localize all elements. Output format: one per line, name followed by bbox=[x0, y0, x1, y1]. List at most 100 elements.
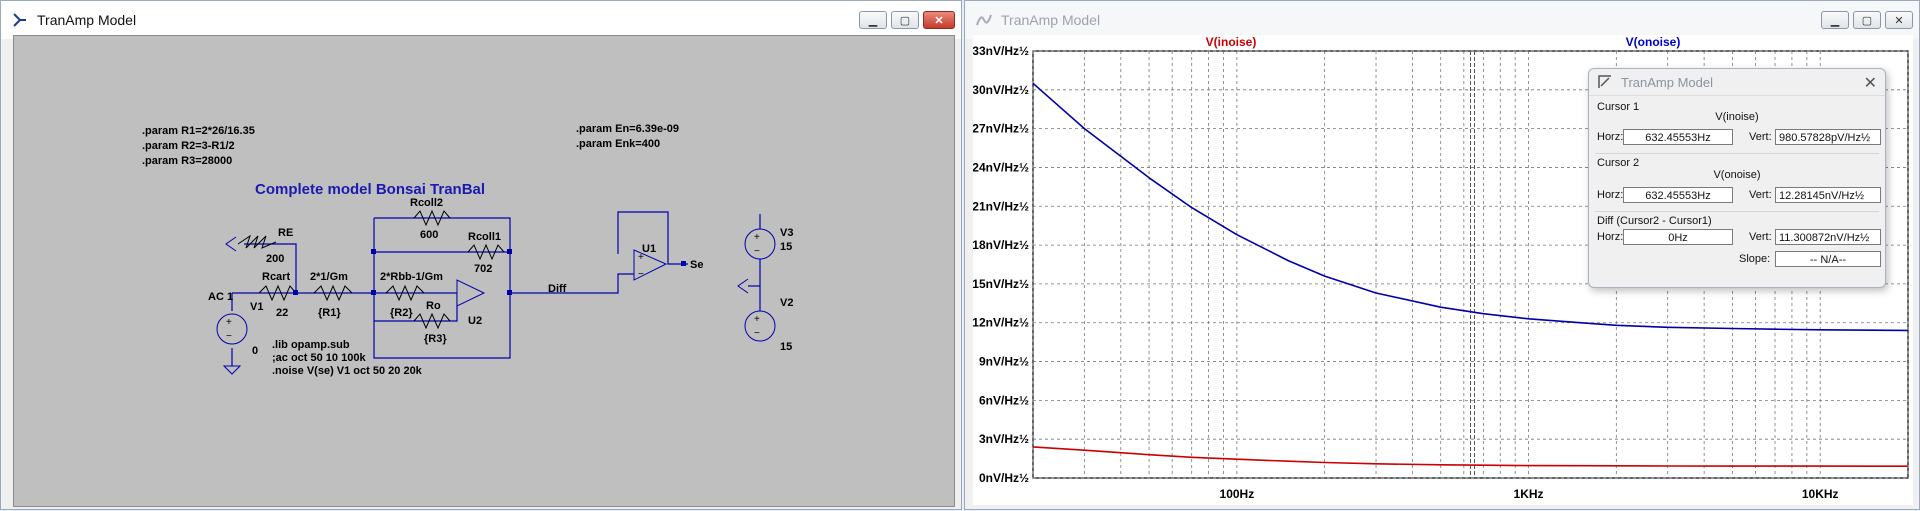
waveform-titlebar[interactable]: TranAmp Model ▁ ▢ ✕ bbox=[965, 1, 1919, 39]
svg-text:−: − bbox=[754, 246, 760, 257]
diff-horz-label: Horz: bbox=[1597, 231, 1624, 243]
window-title: TranAmp Model bbox=[37, 12, 137, 28]
param-en: .param En=6.39e-09 bbox=[576, 123, 679, 135]
cursor1-trace: V(inoise) bbox=[1715, 111, 1759, 123]
resistor-rcoll2[interactable]: Rcoll2 600 bbox=[410, 197, 451, 241]
x-tick-label: 1KHz bbox=[1514, 487, 1544, 501]
schematic-window: TranAmp Model ▁ ▢ ✕ .param R1=2*26/16.35… bbox=[0, 0, 962, 510]
window-controls: ▁ ▢ ✕ bbox=[859, 11, 955, 29]
y-tick-label: 9nV/Hz½ bbox=[979, 355, 1029, 369]
voltage-source-v1[interactable]: + − AC 1 V1 0 bbox=[208, 291, 263, 375]
directive-noise: .noise V(se) V1 oct 50 20 20k bbox=[272, 365, 423, 377]
cursor1-horz-field[interactable]: 632.45553Hz bbox=[1623, 129, 1733, 145]
y-tick-label: 3nV/Hz½ bbox=[979, 432, 1029, 446]
cursor-dialog-titlebar[interactable]: TranAmp Model ✕ bbox=[1589, 69, 1885, 96]
param-r3: .param R3=28000 bbox=[142, 155, 232, 167]
waveform-minimize-button[interactable]: ▁ bbox=[1821, 11, 1849, 29]
v1-value: 0 bbox=[252, 345, 258, 357]
v3-value: 15 bbox=[780, 241, 792, 253]
y-tick-label: 12nV/Hz½ bbox=[973, 316, 1029, 330]
param-r2: .param R2=3-R1/2 bbox=[142, 140, 235, 152]
u2-label: U2 bbox=[468, 315, 482, 327]
svg-text:+: + bbox=[754, 232, 760, 243]
re-value: 200 bbox=[266, 253, 284, 265]
x-tick-label: 100Hz bbox=[1220, 487, 1255, 501]
net-se-label: Se bbox=[690, 259, 703, 271]
y-tick-label: 21nV/Hz½ bbox=[973, 199, 1029, 213]
rcoll1-value: 702 bbox=[474, 263, 492, 275]
cursor2-horz-field[interactable]: 632.45553Hz bbox=[1623, 187, 1733, 203]
cursor2-label: Cursor 2 bbox=[1597, 157, 1640, 169]
maximize-button[interactable]: ▢ bbox=[891, 11, 919, 29]
resistor-rcoll1[interactable]: Rcoll1 702 bbox=[467, 231, 505, 275]
diff-vert-field[interactable]: 11.300872nV/Hz½ bbox=[1775, 229, 1881, 245]
cursor-app-icon bbox=[1598, 75, 1611, 88]
close-button[interactable]: ✕ bbox=[923, 11, 955, 29]
opamp-u2[interactable]: U2 bbox=[456, 279, 486, 327]
slope-label: Slope: bbox=[1739, 253, 1771, 265]
y-axis-ticks: 0nV/Hz½ 3nV/Hz½ 6nV/Hz½ 9nV/Hz½ 12nV/Hz½ 15nV… bbox=[972, 44, 1029, 485]
cursor-dialog-close-icon[interactable]: ✕ bbox=[1864, 73, 1877, 93]
y-tick-label: 27nV/Hz½ bbox=[973, 122, 1029, 136]
y-tick-label: 33nV/Hz½ bbox=[973, 44, 1029, 58]
ro-value: {R3} bbox=[424, 333, 447, 345]
diff-vert-label: Vert: bbox=[1749, 231, 1772, 243]
diff-horz-field[interactable]: 0Hz bbox=[1623, 229, 1733, 245]
schematic-canvas[interactable]: .param R1=2*26/16.35 .param R2=3-R1/2 .p… bbox=[13, 35, 955, 507]
rcoll2-value: 600 bbox=[420, 229, 438, 241]
waveform-close-button[interactable]: ✕ bbox=[1885, 11, 1913, 29]
cursor2-vert-field[interactable]: 12.28145nV/Hz½ bbox=[1775, 187, 1881, 203]
svg-text:−: − bbox=[754, 328, 760, 339]
re-label: RE bbox=[278, 227, 293, 239]
trace-label-onoise[interactable]: V(onoise) bbox=[1626, 35, 1681, 49]
v1-ac-label: AC 1 bbox=[208, 291, 233, 303]
cursor-dialog: TranAmp Model ✕ Cursor 1 V(inoise) Horz:… bbox=[1588, 68, 1886, 288]
resistor-rcart[interactable]: Rcart 22 bbox=[258, 271, 297, 319]
svg-text:−: − bbox=[226, 331, 232, 342]
r1-label: 2*1/Gm bbox=[310, 271, 348, 283]
schematic-drawing: .param R1=2*26/16.35 .param R2=3-R1/2 .p… bbox=[142, 123, 793, 377]
cursor2-trace: V(onoise) bbox=[1713, 169, 1761, 181]
resistor-re[interactable]: RE 200 bbox=[225, 227, 293, 265]
resistor-ro[interactable]: Ro {R3} bbox=[413, 300, 451, 345]
ro-label: Ro bbox=[426, 300, 441, 312]
voltage-source-v3[interactable]: + − V3 15 bbox=[744, 227, 793, 260]
waveform-maximize-button[interactable]: ▢ bbox=[1853, 11, 1881, 29]
directive-lib: .lib opamp.sub bbox=[272, 339, 350, 351]
diff-label: Diff (Cursor2 - Cursor1) bbox=[1597, 215, 1712, 227]
rcart-label: Rcart bbox=[262, 271, 290, 283]
slope-field[interactable]: -- N/A-- bbox=[1775, 251, 1881, 267]
x-tick-label: 10KHz bbox=[1802, 487, 1839, 501]
svg-text:+: + bbox=[226, 317, 232, 328]
svg-text:−: − bbox=[638, 269, 644, 280]
cursor1-vert-field[interactable]: 980.57828pV/Hz½ bbox=[1775, 129, 1881, 145]
v2-label: V2 bbox=[780, 297, 793, 309]
opamp-u1[interactable]: + − U1 Se bbox=[633, 243, 703, 281]
waveform-window-controls: ▁ ▢ ✕ bbox=[1821, 11, 1913, 29]
v2-value: 15 bbox=[780, 341, 792, 353]
cursor1-vert-label: Vert: bbox=[1749, 131, 1772, 143]
resistor-r1[interactable]: 2*1/Gm {R1} bbox=[310, 271, 353, 319]
v3-label: V3 bbox=[780, 227, 793, 239]
schematic-heading: Complete model Bonsai TranBal bbox=[255, 181, 485, 198]
y-tick-label: 15nV/Hz½ bbox=[973, 277, 1029, 291]
param-enk: .param Enk=400 bbox=[576, 138, 660, 150]
rcart-value: 22 bbox=[276, 307, 288, 319]
x-axis-ticks: 100Hz 1KHz 10KHz bbox=[1220, 487, 1839, 501]
waveform-app-icon bbox=[976, 14, 992, 26]
waveform-window-title: TranAmp Model bbox=[1001, 12, 1101, 28]
cursor2-vert-label: Vert: bbox=[1749, 189, 1772, 201]
minimize-button[interactable]: ▁ bbox=[859, 11, 887, 29]
param-r1: .param R1=2*26/16.35 bbox=[142, 125, 255, 137]
r2-label: 2*Rbb-1/Gm bbox=[380, 271, 443, 283]
voltage-source-v2[interactable]: + − V2 15 bbox=[737, 278, 793, 353]
y-tick-label: 24nV/Hz½ bbox=[973, 160, 1029, 174]
v1-label: V1 bbox=[250, 301, 263, 313]
schematic-titlebar[interactable]: TranAmp Model ▁ ▢ ✕ bbox=[1, 1, 961, 39]
cursor1-horz-label: Horz: bbox=[1597, 131, 1624, 143]
y-tick-label: 18nV/Hz½ bbox=[973, 238, 1029, 252]
cursor-dialog-title: TranAmp Model bbox=[1621, 74, 1713, 90]
directive-ac: ;ac oct 50 10 100k bbox=[272, 352, 366, 364]
r2-value: {R2} bbox=[390, 307, 413, 319]
trace-label-inoise[interactable]: V(inoise) bbox=[1206, 35, 1257, 49]
